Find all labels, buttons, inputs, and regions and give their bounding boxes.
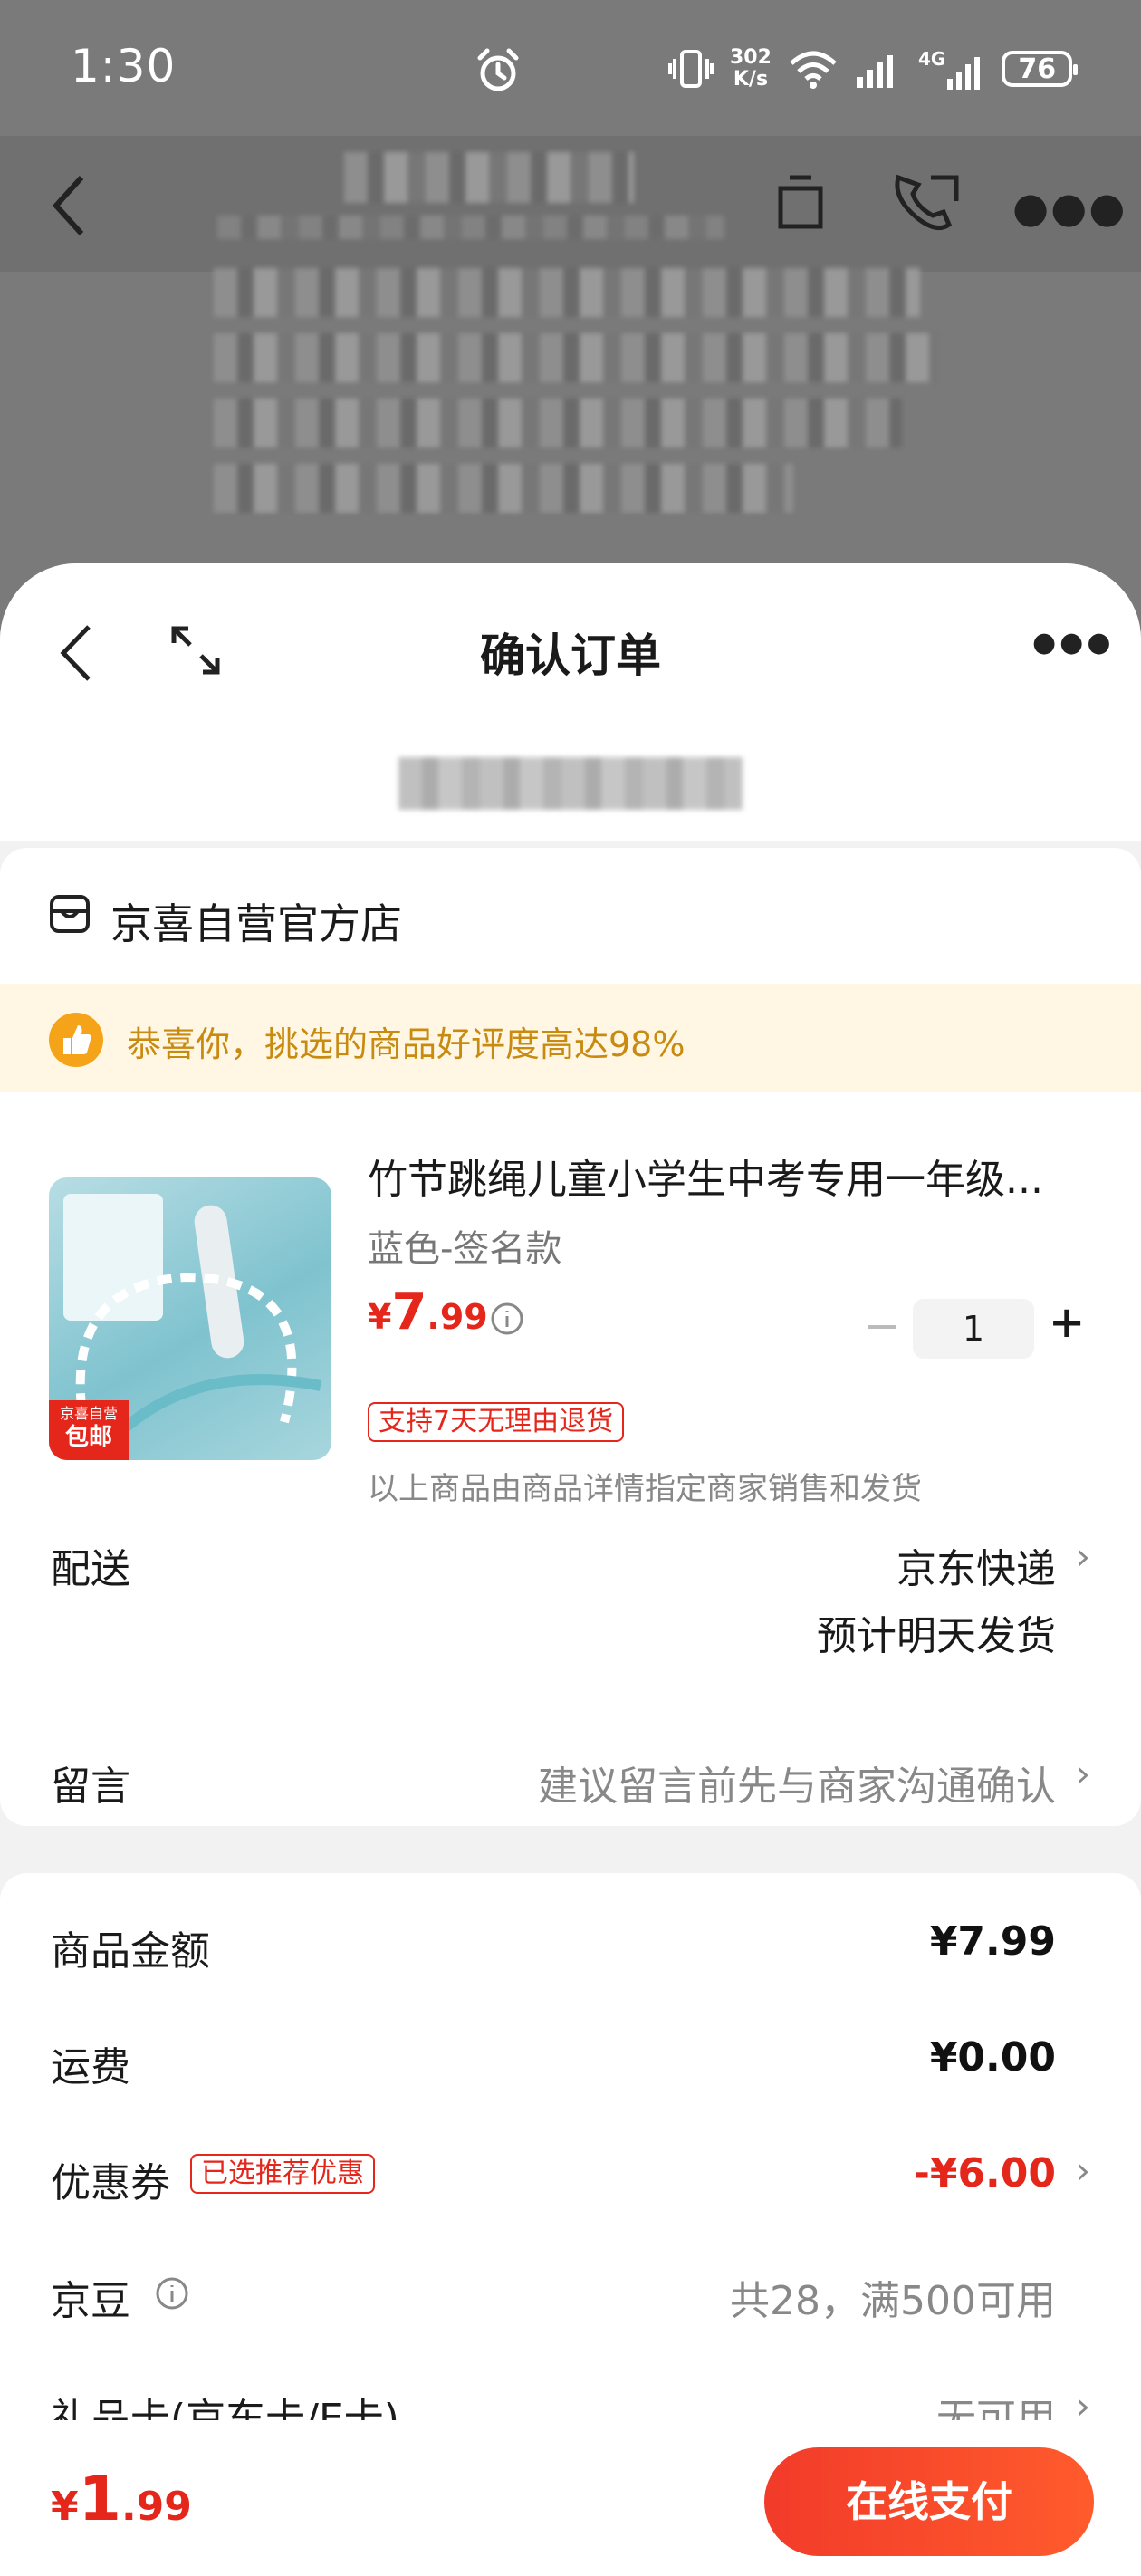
status-time: 1:30	[71, 40, 177, 92]
chevron-right-icon[interactable]: ›	[1076, 1754, 1090, 1795]
order-confirm-sheet: 确认订单 ●●● 京喜自营官方店 恭喜你，挑选的商品好评度高达98% 京喜自营 …	[0, 563, 1141, 2576]
more-icon[interactable]: ●●●	[1012, 183, 1127, 232]
order-icon[interactable]	[773, 172, 828, 232]
jd-beans-label: 京豆	[51, 2278, 130, 2324]
product-image[interactable]: 京喜自营 包邮	[49, 1177, 331, 1460]
back-icon[interactable]	[51, 174, 87, 237]
more-icon[interactable]: ●●●	[1032, 627, 1115, 658]
coupon-value[interactable]: -¥6.00	[914, 2150, 1056, 2196]
promo-banner: 恭喜你，挑选的商品好评度高达98%	[0, 984, 1141, 1092]
quantity-plus-button[interactable]: +	[1049, 1297, 1085, 1348]
info-icon[interactable]	[489, 1301, 525, 1337]
store-name: 京喜自营官方店	[110, 899, 402, 948]
message-label: 留言	[51, 1764, 130, 1810]
coupon-tag: 已选推荐优惠	[190, 2154, 375, 2194]
blurred-chat-sub	[217, 216, 724, 239]
shipping-value: ¥0.00	[929, 2034, 1056, 2081]
thumbs-up-icon	[49, 1013, 103, 1067]
pay-online-button[interactable]: 在线支付	[764, 2447, 1094, 2556]
quantity-value[interactable]: 1	[913, 1299, 1034, 1359]
blurred-address[interactable]	[398, 757, 743, 810]
store-icon	[50, 895, 90, 933]
goods-amount-value: ¥7.99	[929, 1918, 1056, 1965]
delivery-eta: 预计明天发货	[817, 1613, 1056, 1659]
status-bar: 1:30 302 K/s 4G 76	[0, 0, 1141, 136]
product-price: ¥7.99	[368, 1283, 488, 1341]
network-speed: 302 K/s	[730, 46, 772, 91]
delivery-method[interactable]: 京东快递	[896, 1536, 1056, 1594]
checkout-bar: ¥1.99 在线支付	[0, 2420, 1141, 2576]
info-icon[interactable]	[154, 2275, 190, 2312]
blurred-chat-name	[344, 152, 634, 203]
alarm-icon	[477, 48, 519, 91]
quantity-minus-button[interactable]: −	[864, 1301, 900, 1351]
product-title[interactable]: 竹节跳绳儿童小学生中考专用一年级...	[368, 1147, 1092, 1205]
status-icons: 302 K/s 4G 76	[668, 42, 1079, 96]
vibrate-icon	[668, 50, 714, 88]
blurred-chat-message	[177, 268, 992, 567]
jd-beans-value: 共28，满500可用	[730, 2278, 1056, 2324]
goods-amount-label: 商品金额	[51, 1928, 210, 1975]
sheet-header: 确认订单 ●●●	[0, 563, 1141, 841]
return-policy-tag: 支持7天无理由退货	[368, 1402, 625, 1442]
signal-4g: 4G	[918, 48, 985, 90]
message-input[interactable]: 建议留言前先与商家沟通确认	[538, 1754, 1056, 1812]
battery-indicator: 76	[1002, 51, 1079, 87]
coupon-label: 优惠券	[51, 2160, 170, 2206]
seller-note: 以上商品由商品详情指定商家销售和发货	[368, 1471, 922, 1507]
promo-text: 恭喜你，挑选的商品好评度高达98%	[127, 1024, 686, 1064]
phone-icon[interactable]	[889, 170, 964, 234]
product-badge: 京喜自营 包邮	[49, 1400, 129, 1460]
delivery-label: 配送	[51, 1546, 130, 1592]
shipping-label: 运费	[51, 2044, 130, 2091]
total-price: ¥1.99	[51, 2464, 192, 2535]
product-spec: 蓝色-签名款	[368, 1228, 562, 1270]
chevron-right-icon[interactable]: ›	[1076, 2150, 1090, 2192]
page-title: 确认订单	[480, 630, 661, 682]
signal-icon	[856, 55, 893, 88]
signal-icon	[947, 57, 981, 90]
store-card: 京喜自营官方店 恭喜你，挑选的商品好评度高达98% 京喜自营 包邮 竹节跳绳儿童…	[0, 848, 1141, 1826]
chevron-right-icon[interactable]: ›	[1076, 1536, 1090, 1578]
chat-header: ●●●	[0, 136, 1141, 272]
wifi-icon	[790, 51, 837, 89]
